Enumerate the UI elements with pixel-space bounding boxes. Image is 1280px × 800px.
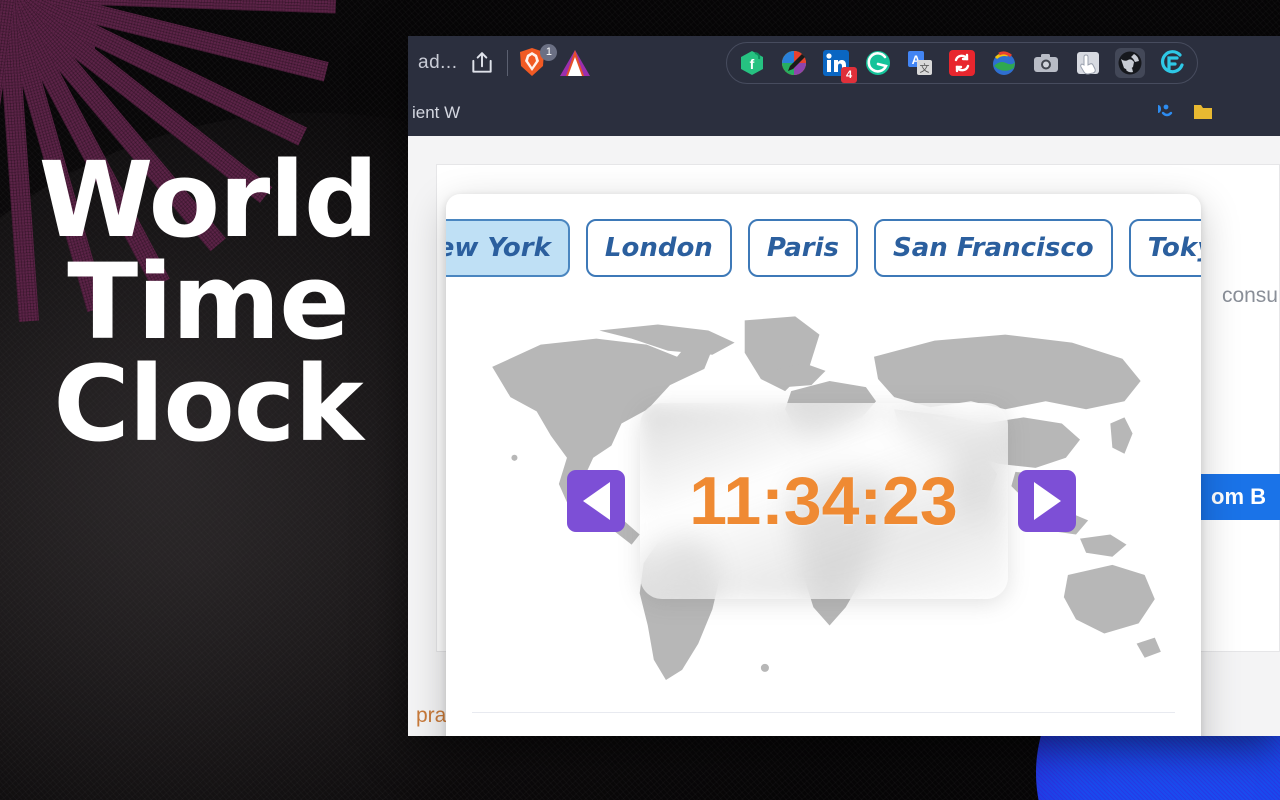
svg-text:f: f (750, 56, 755, 72)
google-translate-extension-icon[interactable]: A 文 (905, 48, 935, 78)
brave-shield-icon[interactable]: 1 (518, 44, 558, 79)
toolbar-divider (507, 50, 509, 76)
city-tab-tokyo[interactable]: Tokyo (1128, 219, 1201, 277)
city-tabs: New York London Paris San Francisco Toky… (446, 194, 1201, 295)
bookmark-smiley-icon[interactable] (1152, 99, 1176, 128)
popup-footer: Extension Version 0.0.1 (446, 713, 1201, 736)
click-hand-extension-icon[interactable] (1073, 48, 1103, 78)
bookmarks-bar: ient W (408, 90, 1280, 136)
promo-title-line-3: Clock (53, 342, 363, 465)
city-tab-san-francisco[interactable]: San Francisco (873, 219, 1113, 277)
promo-stage: World Time Clock ad... 1 f 4 A 文 ient W … (0, 0, 1280, 800)
world-time-clock-popup: New York London Paris San Francisco Toky… (446, 194, 1201, 736)
screenshot-camera-extension-icon[interactable] (1031, 48, 1061, 78)
city-tab-paris[interactable]: Paris (747, 219, 858, 277)
google-earth-extension-icon[interactable] (989, 48, 1019, 78)
extensions-toolbar-group: f 4 A 文 (726, 42, 1198, 84)
world-map-area: 11:34:23 (470, 295, 1177, 706)
svg-text:文: 文 (920, 62, 930, 75)
bookmark-folder-icon[interactable] (1192, 101, 1214, 126)
triangle-left-icon (582, 481, 610, 520)
promo-title-line-2: Time (67, 240, 350, 363)
previous-city-button[interactable] (567, 469, 625, 532)
bookmark-item[interactable]: ient W (412, 103, 460, 123)
omnibox-text[interactable]: ad... (418, 52, 457, 74)
promo-title-line-1: World (38, 139, 379, 261)
sync-extension-icon[interactable] (947, 48, 977, 78)
brave-rewards-triangle-icon[interactable] (558, 48, 592, 78)
color-picker-extension-icon[interactable] (779, 48, 809, 78)
city-tab-new-york[interactable]: New York (446, 219, 570, 277)
next-city-button[interactable] (1018, 469, 1076, 532)
triangle-right-icon (1033, 481, 1061, 520)
web-page-content: consu prac om B New York London Paris Sa… (408, 136, 1280, 736)
clock-display-panel: 11:34:23 (639, 402, 1008, 599)
city-tab-london[interactable]: London (585, 219, 732, 277)
world-time-clock-extension-icon[interactable] (1115, 48, 1145, 78)
linkedin-extension-icon[interactable]: 4 (821, 48, 857, 83)
browser-window: ad... 1 f 4 A 文 ient W consu prac om B w… (408, 36, 1280, 736)
grammarly-extension-icon[interactable] (863, 48, 893, 78)
page-text-right: consu (1221, 284, 1278, 307)
page-action-button[interactable]: om B (1197, 474, 1280, 520)
page-title: World Time Clock (28, 139, 388, 465)
brave-shield-badge: 1 (540, 44, 558, 61)
share-icon[interactable] (467, 48, 497, 78)
current-time: 11:34:23 (689, 462, 958, 539)
freedom-f-extension-icon[interactable] (1157, 48, 1187, 78)
linkedin-extension-badge: 4 (841, 67, 857, 83)
browser-toolbar: ad... 1 f 4 A 文 (408, 36, 1280, 90)
fast-green-extension-icon[interactable]: f (737, 48, 767, 78)
